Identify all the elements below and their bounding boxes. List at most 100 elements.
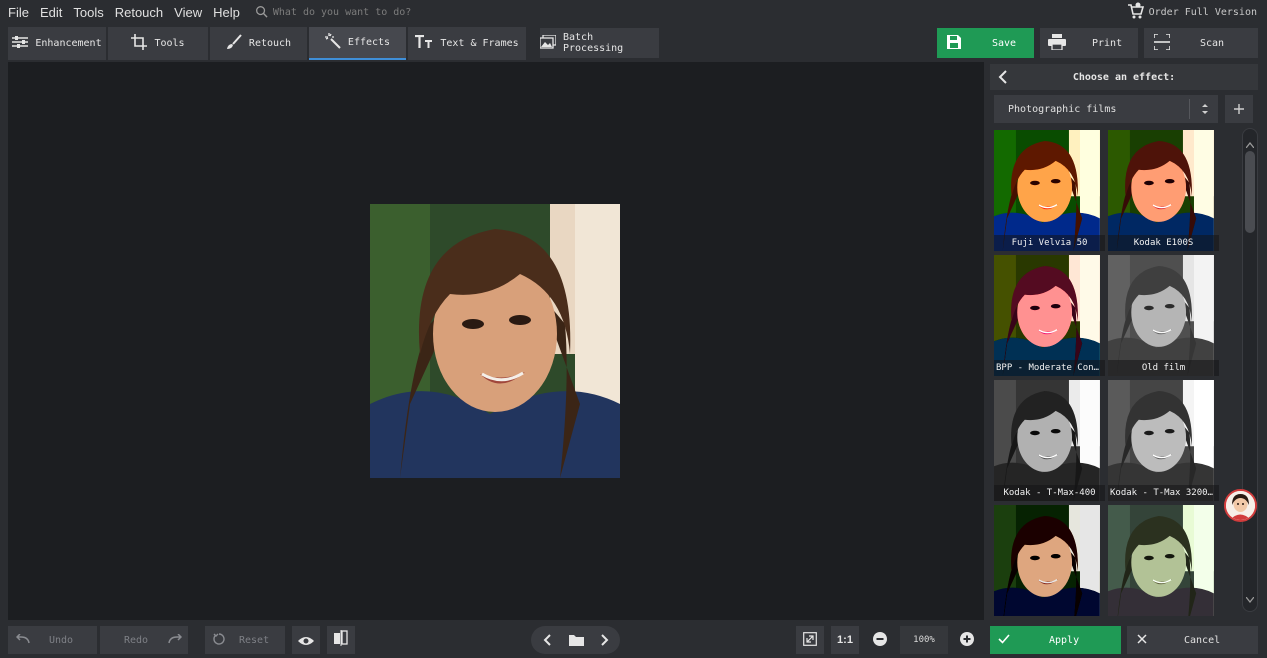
text-icon	[415, 34, 440, 52]
scan-icon	[1153, 32, 1171, 53]
order-full-version-link[interactable]: Order Full Version	[1127, 2, 1257, 23]
effect-label: Fuji Velvia 50	[994, 235, 1105, 251]
up-down-arrows-icon	[1200, 102, 1210, 119]
image-navigation	[531, 626, 620, 654]
effect-preview-image	[994, 380, 1105, 501]
effect-label: Old film	[1108, 360, 1219, 376]
save-label: Save	[992, 37, 1017, 49]
effect-category-select[interactable]: Photographic films	[994, 95, 1218, 123]
effect-thumbnail[interactable]: Fuji Velvia 50	[994, 130, 1105, 251]
plus-icon	[1233, 100, 1245, 119]
panel-header: Choose an effect:	[990, 64, 1258, 90]
effect-thumbnail[interactable]	[1108, 505, 1219, 616]
effect-thumbnail[interactable]	[994, 505, 1105, 616]
search-box[interactable]	[255, 3, 473, 22]
print-label: Print	[1092, 37, 1123, 49]
effect-preview-image	[994, 255, 1105, 376]
assistant-avatar[interactable]	[1224, 489, 1257, 522]
tab-label: Enhancement	[35, 38, 102, 49]
zoom-in-icon	[960, 631, 974, 650]
floppy-disk-icon	[946, 34, 962, 53]
preview-eye-button[interactable]	[292, 626, 320, 654]
chevron-right-icon	[601, 631, 609, 650]
cancel-button[interactable]: Cancel	[1127, 626, 1258, 654]
reset-icon	[213, 632, 225, 648]
effect-label: Kodak - T-Max-400	[994, 485, 1105, 501]
undo-label: Undo	[49, 634, 74, 646]
redo-button[interactable]: Redo	[100, 626, 188, 654]
crop-icon	[131, 34, 154, 53]
eye-icon	[298, 631, 314, 650]
image-stack-icon	[539, 33, 563, 52]
cancel-label: Cancel	[1184, 634, 1221, 646]
fit-to-screen-button[interactable]	[796, 626, 824, 654]
scroll-thumb[interactable]	[1245, 151, 1255, 233]
order-label: Order Full Version	[1148, 7, 1257, 18]
actual-size-button[interactable]: 1:1	[831, 626, 859, 654]
select-divider	[1189, 99, 1190, 119]
menu-bar: File Edit Tools Retouch View Help Order …	[0, 0, 1267, 24]
reset-button[interactable]: Reset	[205, 626, 285, 654]
category-value: Photographic films	[1008, 103, 1117, 115]
zoom-in-button[interactable]	[953, 626, 981, 654]
zoom-out-icon	[873, 631, 887, 650]
effect-preview-image	[1108, 505, 1219, 616]
menu-help[interactable]: Help	[207, 5, 245, 20]
batch-processing-button[interactable]: Batch Processing	[539, 28, 659, 58]
zoom-out-button[interactable]	[866, 626, 894, 654]
menu-file[interactable]: File	[0, 5, 34, 20]
scroll-down-icon[interactable]	[1245, 588, 1255, 607]
edited-photo	[370, 204, 620, 478]
menu-edit[interactable]: Edit	[34, 5, 67, 20]
effect-preview-image	[1108, 380, 1219, 501]
effect-thumbnail[interactable]: Kodak - T-Max-400	[994, 380, 1105, 501]
effect-label: Kodak E100S	[1108, 235, 1219, 251]
previous-image-button[interactable]	[533, 626, 561, 654]
next-image-button[interactable]	[591, 626, 619, 654]
save-button[interactable]: Save	[937, 28, 1034, 58]
effect-thumbnail[interactable]: Kodak - T-Max 3200 P…	[1108, 380, 1219, 501]
effect-thumbnail[interactable]: Kodak E100S	[1108, 130, 1219, 251]
cart-icon	[1127, 2, 1149, 23]
tab-retouch[interactable]: Retouch	[210, 27, 307, 60]
redo-label: Redo	[124, 634, 149, 646]
bottom-bar: Undo Redo Reset 1:1 100% Apply Cancel	[0, 620, 1267, 658]
effects-panel: Choose an effect: Photographic films Fuj…	[990, 62, 1267, 620]
apply-button[interactable]: Apply	[990, 626, 1121, 654]
print-button[interactable]: Print	[1040, 28, 1138, 58]
add-category-button[interactable]	[1225, 95, 1253, 123]
magic-wand-icon	[324, 33, 348, 52]
search-input[interactable]	[272, 6, 473, 18]
scan-label: Scan	[1200, 37, 1225, 49]
effect-label: BPP - Moderate Conta…	[994, 360, 1105, 376]
reset-label: Reset	[239, 634, 270, 646]
redo-icon	[168, 632, 183, 647]
tab-label: Effects	[347, 37, 391, 48]
scroll-up-icon[interactable]	[1245, 133, 1255, 152]
image-canvas[interactable]	[8, 62, 984, 620]
tab-enhancement[interactable]: Enhancement	[8, 27, 106, 60]
scan-button[interactable]: Scan	[1144, 28, 1258, 58]
tab-text-frames[interactable]: Text & Frames	[408, 27, 526, 60]
effect-preview-image	[994, 505, 1105, 616]
apply-label: Apply	[1049, 634, 1080, 646]
menu-retouch[interactable]: Retouch	[109, 5, 168, 20]
zoom-level-field[interactable]: 100%	[900, 626, 948, 654]
menu-tools[interactable]: Tools	[67, 5, 108, 20]
checkmark-icon	[998, 633, 1010, 647]
effects-scrollbar[interactable]	[1242, 128, 1258, 612]
sliders-icon	[12, 35, 35, 52]
menu-view[interactable]: View	[168, 5, 207, 20]
open-folder-button[interactable]	[562, 626, 590, 654]
tab-tools[interactable]: Tools	[108, 27, 208, 60]
tab-label: Text & Frames	[440, 38, 519, 49]
compare-button[interactable]	[327, 626, 355, 654]
tab-label: Tools	[154, 38, 185, 49]
undo-button[interactable]: Undo	[8, 626, 97, 654]
effect-thumbnail[interactable]: BPP - Moderate Conta…	[994, 255, 1105, 376]
effect-thumbnail[interactable]: Old film	[1108, 255, 1219, 376]
printer-icon	[1048, 33, 1066, 53]
search-icon	[255, 3, 268, 22]
effect-preview-image	[994, 130, 1105, 251]
tab-effects[interactable]: Effects	[309, 27, 406, 60]
